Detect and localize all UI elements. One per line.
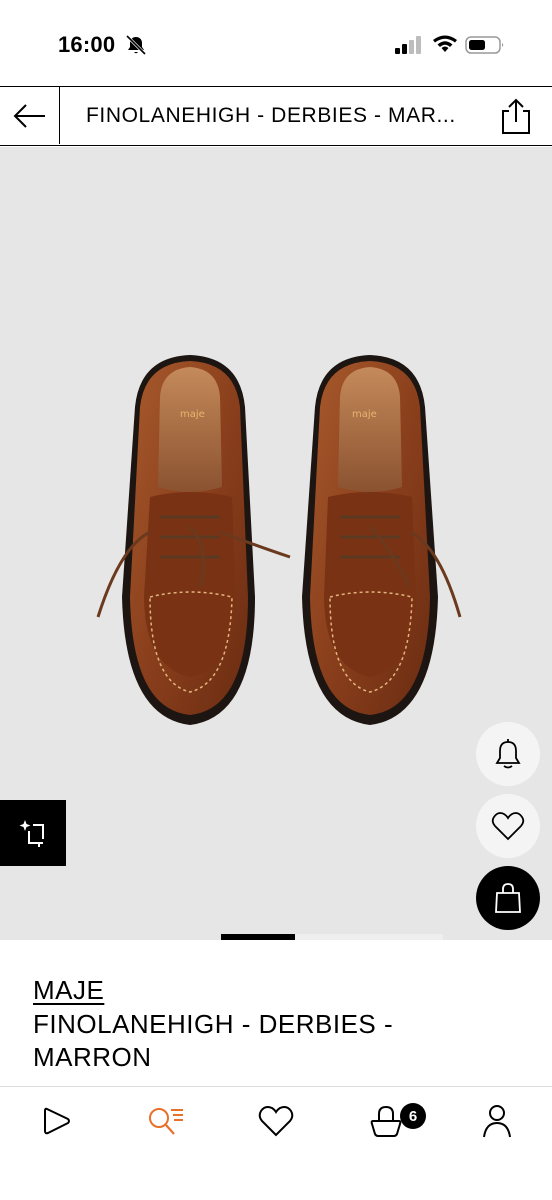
search-list-icon [149, 1108, 183, 1135]
heart-icon [491, 812, 525, 841]
bell-off-icon [125, 35, 147, 55]
carousel-indicator-active [221, 934, 295, 940]
nav-home[interactable] [36, 1101, 76, 1141]
share-icon[interactable] [500, 97, 532, 135]
bell-icon [495, 739, 521, 769]
user-icon [483, 1105, 511, 1138]
status-bar: 16:00 [0, 0, 552, 86]
signal-icon [395, 36, 421, 54]
product-image-carousel[interactable]: maje maje [0, 147, 552, 940]
bottom-navigation: 6 [0, 1086, 552, 1200]
back-button[interactable] [0, 87, 60, 144]
left-shoe: maje [96, 355, 291, 725]
ai-crop-icon [19, 820, 44, 847]
basket-icon [370, 1105, 402, 1137]
status-time: 16:00 [58, 32, 116, 57]
battery-icon [465, 36, 504, 54]
right-shoe: maje [302, 355, 462, 725]
product-header: FINOLANEHIGH - DERBIES - MAR... [0, 86, 552, 146]
insole-logo-right: maje [352, 409, 377, 420]
wishlist-button[interactable] [476, 794, 540, 858]
nav-favorites[interactable] [256, 1101, 296, 1141]
wifi-icon [433, 35, 457, 52]
home-play-icon [44, 1107, 70, 1135]
back-arrow-icon [13, 103, 45, 128]
page-title: FINOLANEHIGH - DERBIES - MAR... [86, 104, 456, 127]
heart-icon [258, 1106, 294, 1137]
product-photo-shoes: maje maje [96, 355, 462, 725]
product-name: FINOLANEHIGH - DERBIES - MARRON [33, 1009, 394, 1072]
notify-button[interactable] [476, 722, 540, 786]
product-brand-link[interactable]: MAJE [33, 975, 104, 1006]
add-to-bag-button[interactable] [476, 866, 540, 930]
insole-logo-left: maje [180, 409, 205, 420]
cart-count-badge: 6 [400, 1103, 426, 1129]
shopping-bag-icon [495, 883, 521, 913]
ai-visual-search-button[interactable] [0, 800, 66, 866]
nav-account[interactable] [477, 1101, 517, 1141]
nav-search[interactable] [145, 1101, 185, 1141]
